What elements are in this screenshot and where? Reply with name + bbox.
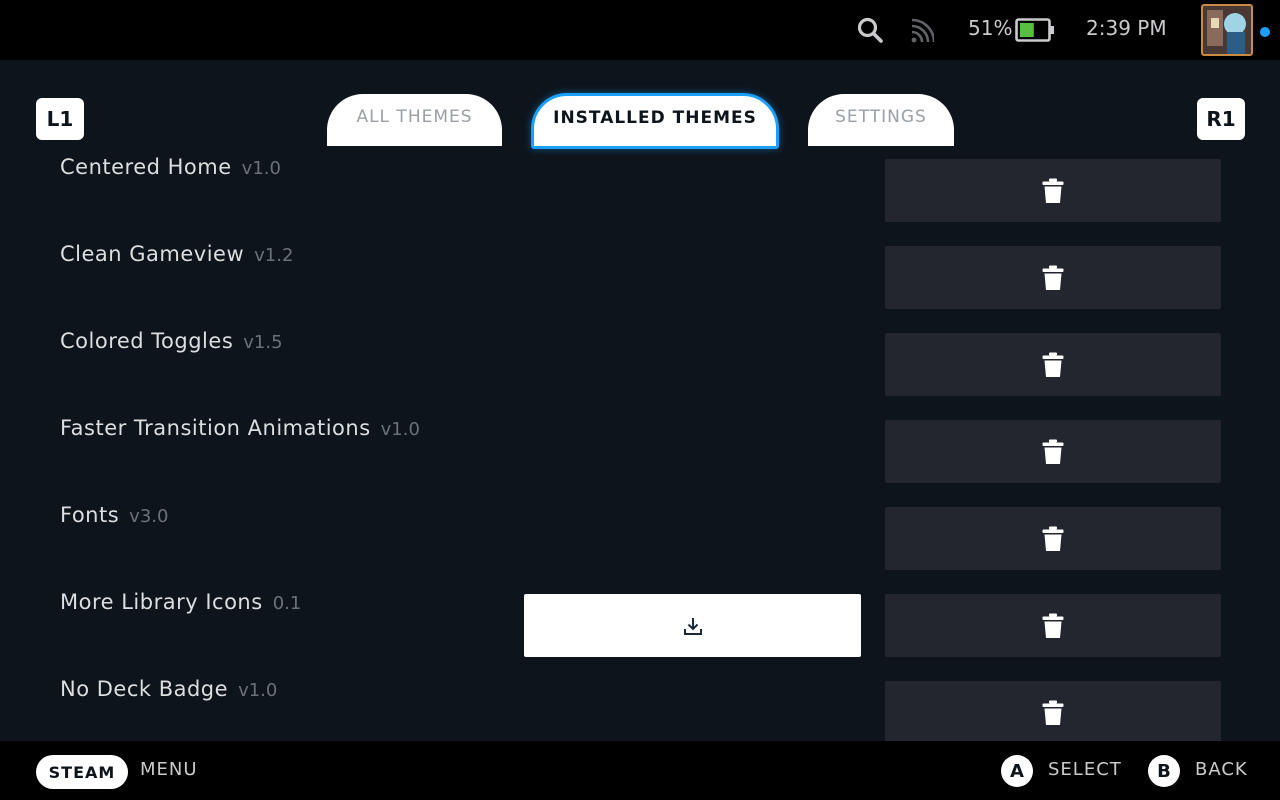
back-hint-label[interactable]: BACK [1195, 759, 1248, 780]
theme-title: Colored Toggles v1.5 [60, 329, 283, 353]
trash-icon [1042, 265, 1064, 290]
cast-icon [911, 18, 934, 43]
select-hint-label[interactable]: SELECT [1048, 759, 1122, 780]
delete-theme-button[interactable] [885, 420, 1221, 483]
menu-hint-label: MENU [140, 759, 198, 780]
theme-name: Centered Home [60, 155, 232, 179]
theme-version: v3.0 [129, 506, 169, 527]
theme-name: Faster Transition Animations [60, 416, 371, 440]
theme-title: Faster Transition Animations v1.0 [60, 416, 420, 440]
notification-dot [1260, 27, 1270, 37]
tab-settings[interactable]: SETTINGS [808, 94, 954, 146]
list-item: Faster Transition Animations v1.0 [0, 411, 1280, 498]
trash-icon [1042, 526, 1064, 551]
delete-theme-button[interactable] [885, 333, 1221, 396]
bottom-hint-bar: STEAM MENU A SELECT B BACK [0, 741, 1280, 800]
trash-icon [1042, 700, 1064, 725]
list-item: Clean Gameview v1.2 [0, 237, 1280, 324]
delete-theme-button[interactable] [885, 246, 1221, 309]
list-item: More Library Icons 0.1 [0, 585, 1280, 672]
clock: 2:39 PM [1086, 16, 1167, 40]
avatar[interactable] [1201, 4, 1253, 56]
status-bar: 51% 2:39 PM [0, 0, 1280, 60]
trash-icon [1042, 613, 1064, 638]
l1-button-hint[interactable]: L1 [36, 98, 84, 140]
download-icon [683, 617, 702, 635]
theme-version: 0.1 [272, 593, 302, 614]
theme-title: More Library Icons 0.1 [60, 590, 301, 614]
r1-button-hint[interactable]: R1 [1197, 98, 1245, 140]
theme-title: No Deck Badge v1.0 [60, 677, 277, 701]
theme-title: Fonts v3.0 [60, 503, 168, 527]
theme-version: v1.0 [241, 158, 281, 179]
trash-icon [1042, 352, 1064, 377]
theme-version: v1.2 [254, 245, 294, 266]
theme-version: v1.0 [238, 680, 278, 701]
theme-title: Clean Gameview v1.2 [60, 242, 293, 266]
delete-theme-button[interactable] [885, 507, 1221, 570]
steam-button[interactable]: STEAM [36, 755, 128, 789]
theme-version: v1.5 [243, 332, 283, 353]
list-item: Colored Toggles v1.5 [0, 324, 1280, 411]
avatar-image [1203, 6, 1251, 54]
trash-icon [1042, 178, 1064, 203]
theme-name: More Library Icons [60, 590, 263, 614]
delete-theme-button[interactable] [885, 159, 1221, 222]
search-icon[interactable] [856, 16, 884, 44]
battery-icon [1015, 18, 1054, 42]
theme-name: Clean Gameview [60, 242, 245, 266]
b-button-icon: B [1148, 755, 1180, 787]
installed-themes-list: Centered Home v1.0 Clean Gameview v1.2 C… [0, 150, 1280, 741]
screen: 51% 2:39 PM L1 ALL THEMES INSTALLED THEM… [0, 0, 1280, 800]
tab-installed-themes[interactable]: INSTALLED THEMES [531, 93, 779, 149]
theme-title: Centered Home v1.0 [60, 155, 281, 179]
trash-icon [1042, 439, 1064, 464]
list-item: Fonts v3.0 [0, 498, 1280, 585]
tab-all-themes[interactable]: ALL THEMES [327, 94, 502, 146]
theme-name: No Deck Badge [60, 677, 229, 701]
battery-percent: 51% [968, 16, 1013, 40]
theme-name: Fonts [60, 503, 120, 527]
update-theme-button[interactable] [524, 594, 861, 657]
theme-name: Colored Toggles [60, 329, 234, 353]
delete-theme-button[interactable] [885, 681, 1221, 741]
a-button-icon: A [1001, 755, 1033, 787]
theme-version: v1.0 [380, 419, 420, 440]
list-item: Centered Home v1.0 [0, 150, 1280, 237]
delete-theme-button[interactable] [885, 594, 1221, 657]
list-item: No Deck Badge v1.0 [0, 672, 1280, 741]
